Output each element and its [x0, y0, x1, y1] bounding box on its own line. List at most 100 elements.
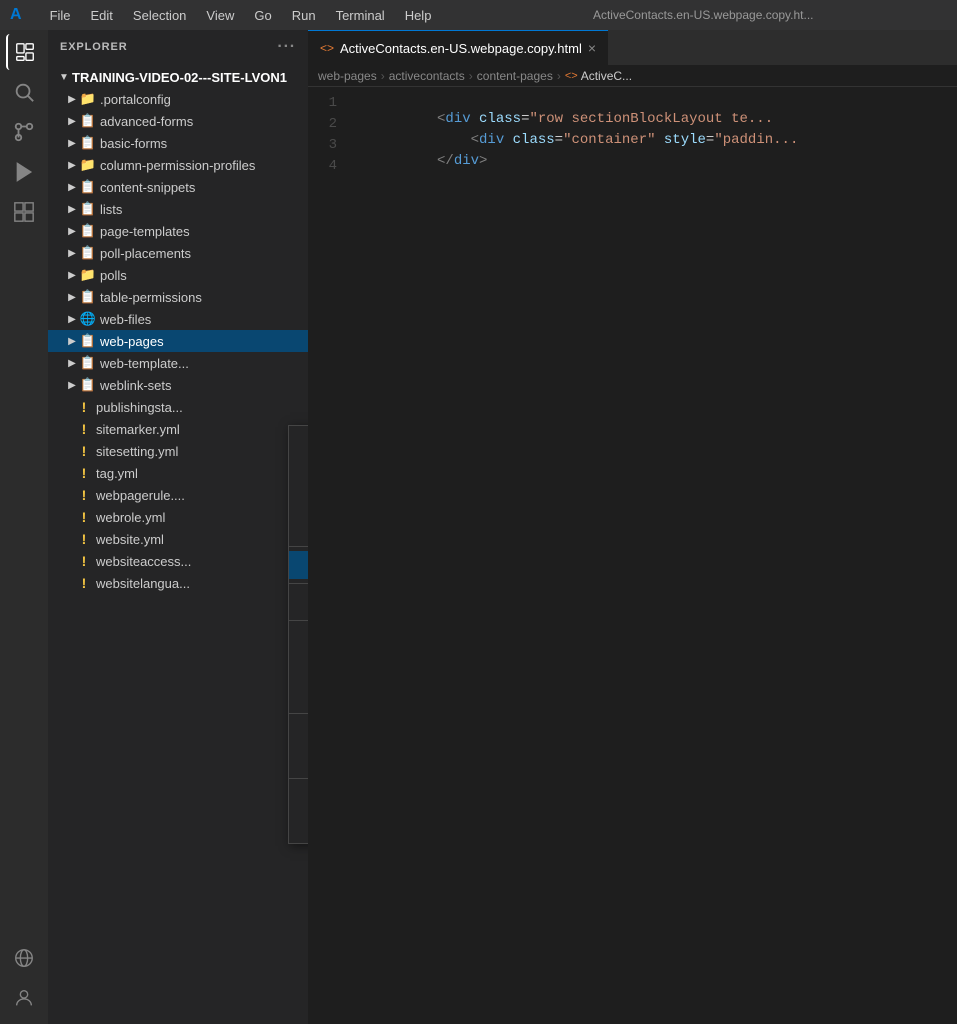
page-templates-arrow: ▶	[64, 223, 80, 239]
sidebar-item-weblink-sets[interactable]: ▶ 📋 weblink-sets	[48, 374, 308, 396]
root-label: TRAINING-VIDEO-02---SITE-LVON1	[72, 70, 308, 85]
sidebar-item-websiteaccess[interactable]: ! websiteaccess...	[48, 550, 308, 572]
sidebar-item-table-permissions[interactable]: ▶ 📋 table-permissions	[48, 286, 308, 308]
sitemarker-label: sitemarker.yml	[96, 422, 308, 437]
code-line-1: 1 <div class="row sectionBlockLayout te.…	[308, 95, 957, 116]
breadcrumb-sep-2: ›	[469, 69, 473, 83]
sidebar-item-webpagerule[interactable]: ! webpagerule....	[48, 484, 308, 506]
menu-edit[interactable]: Edit	[83, 6, 121, 25]
line-number-2: 2	[308, 116, 353, 132]
menu-file[interactable]: File	[42, 6, 79, 25]
menu-help[interactable]: Help	[397, 6, 440, 25]
portalconfig-arrow: ▶	[64, 91, 80, 107]
sidebar-item-web-pages[interactable]: ▶ 📋 web-pages	[48, 330, 308, 352]
web-files-label: web-files	[100, 312, 308, 327]
menu-run[interactable]: Run	[284, 6, 324, 25]
menu-view[interactable]: View	[198, 6, 242, 25]
sidebar-item-basic-forms[interactable]: ▶ 📋 basic-forms	[48, 132, 308, 154]
web-files-icon: 🌐	[80, 311, 96, 327]
code-editor: 1 <div class="row sectionBlockLayout te.…	[308, 87, 957, 1024]
line-number-4: 4	[308, 158, 353, 174]
context-menu-copy[interactable]: Copy Ctrl+C	[289, 653, 308, 681]
context-menu-reveal[interactable]: Reveal in File Explorer Shift+Alt+R	[289, 486, 308, 514]
publishingsta-label: publishingsta...	[96, 400, 308, 415]
sidebar-options-button[interactable]: ···	[277, 38, 296, 56]
breadcrumb-file-icon: <>	[565, 70, 578, 82]
menu-bar[interactable]: File Edit Selection View Go Run Terminal…	[42, 6, 440, 25]
sidebar-root-item[interactable]: ▼ TRAINING-VIDEO-02---SITE-LVON1	[48, 66, 308, 88]
lists-arrow: ▶	[64, 201, 80, 217]
sidebar-item-web-files[interactable]: ▶ 🌐 web-files	[48, 308, 308, 330]
context-menu-new-file[interactable]: New File...	[289, 430, 308, 458]
sidebar-item-content-snippets[interactable]: ▶ 📋 content-snippets	[48, 176, 308, 198]
context-menu-delete[interactable]: Delete Delete	[289, 811, 308, 839]
menu-terminal[interactable]: Terminal	[328, 6, 393, 25]
main-layout: EXPLORER ··· ▼ TRAINING-VIDEO-02---SITE-…	[0, 30, 957, 1024]
context-menu-new-folder[interactable]: New Folder...	[289, 458, 308, 486]
sidebar-item-sitemarker[interactable]: ! sitemarker.yml	[48, 418, 308, 440]
weblink-sets-icon: 📋	[80, 377, 96, 393]
sidebar-item-tag[interactable]: ! tag.yml	[48, 462, 308, 484]
polls-arrow: ▶	[64, 267, 80, 283]
sidebar-item-lists[interactable]: ▶ 📋 lists	[48, 198, 308, 220]
publishingsta-icon: !	[76, 399, 92, 415]
context-menu-copy-path[interactable]: Copy Path Shift+Alt+C	[289, 718, 308, 746]
context-menu-cut[interactable]: Cut Ctrl+X	[289, 625, 308, 653]
lists-icon: 📋	[80, 201, 96, 217]
sidebar-item-polls[interactable]: ▶ 📁 polls	[48, 264, 308, 286]
run-activity-icon[interactable]	[6, 154, 42, 190]
sidebar-item-websitelangua[interactable]: ! websitelangua...	[48, 572, 308, 594]
tag-label: tag.yml	[96, 466, 308, 481]
sidebar-item-poll-placements[interactable]: ▶ 📋 poll-placements	[48, 242, 308, 264]
editor-area: <> ActiveContacts.en-US.webpage.copy.htm…	[308, 30, 957, 1024]
sidebar-header: EXPLORER ···	[48, 30, 308, 64]
menu-selection[interactable]: Selection	[125, 6, 194, 25]
breadcrumb-sep-3: ›	[557, 69, 561, 83]
context-menu-terminal[interactable]: Open in Integrated Terminal	[289, 514, 308, 542]
portalconfig-folder-icon: 📁	[80, 91, 96, 107]
editor-tab-active[interactable]: <> ActiveContacts.en-US.webpage.copy.htm…	[308, 30, 608, 65]
search-activity-icon[interactable]	[6, 74, 42, 110]
webpagerule-label: webpagerule....	[96, 488, 308, 503]
line-number-1: 1	[308, 95, 353, 111]
sidebar-item-publishingsta[interactable]: ! publishingsta...	[48, 396, 308, 418]
page-templates-label: page-templates	[100, 224, 308, 239]
websitelangua-label: websitelangua...	[96, 576, 308, 591]
separator-4	[289, 713, 308, 714]
context-menu-rename[interactable]: Rename... F2	[289, 783, 308, 811]
web-template-icon: 📋	[80, 355, 96, 371]
basic-forms-label: basic-forms	[100, 136, 308, 151]
col-perm-icon: 📁	[80, 157, 96, 173]
extensions-activity-icon[interactable]	[6, 194, 42, 230]
context-menu-copy-relative[interactable]: Copy Relative Path Ctrl+K Ctrl+Shift+C	[289, 746, 308, 774]
context-menu-power-pages[interactable]: Power Pages ▶	[289, 551, 308, 579]
sidebar-item-webrole[interactable]: ! webrole.yml	[48, 506, 308, 528]
web-template-label: web-template...	[100, 356, 308, 371]
web-pages-label: web-pages	[100, 334, 308, 349]
advanced-forms-label: advanced-forms	[100, 114, 308, 129]
sidebar-item-portalconfig[interactable]: ▶ 📁 .portalconfig	[48, 88, 308, 110]
sidebar-item-web-template[interactable]: ▶ 📋 web-template...	[48, 352, 308, 374]
poll-placements-arrow: ▶	[64, 245, 80, 261]
polls-label: polls	[100, 268, 308, 283]
context-menu-find-folder[interactable]: Find in Folder... Shift+Alt+F	[289, 588, 308, 616]
editor-tab-close-button[interactable]: ×	[588, 40, 596, 56]
breadcrumb-sep-1: ›	[381, 69, 385, 83]
sidebar-item-page-templates[interactable]: ▶ 📋 page-templates	[48, 220, 308, 242]
separator-2	[289, 583, 308, 584]
sidebar-item-advanced-forms[interactable]: ▶ 📋 advanced-forms	[48, 110, 308, 132]
sidebar-item-sitesetting[interactable]: ! sitesetting.yml	[48, 440, 308, 462]
web-files-arrow: ▶	[64, 311, 80, 327]
separator-5	[289, 778, 308, 779]
sitesetting-label: sitesetting.yml	[96, 444, 308, 459]
sidebar-item-column-permission[interactable]: ▶ 📁 column-permission-profiles	[48, 154, 308, 176]
menu-go[interactable]: Go	[246, 6, 279, 25]
account-activity-icon[interactable]	[6, 980, 42, 1016]
explorer-activity-icon[interactable]	[6, 34, 42, 70]
breadcrumb-activecontacts: activecontacts	[389, 69, 465, 83]
sidebar-item-website[interactable]: ! website.yml	[48, 528, 308, 550]
remote-activity-icon[interactable]	[6, 940, 42, 976]
source-control-activity-icon[interactable]	[6, 114, 42, 150]
breadcrumb-content-pages: content-pages	[477, 69, 553, 83]
advanced-forms-icon: 📋	[80, 113, 96, 129]
